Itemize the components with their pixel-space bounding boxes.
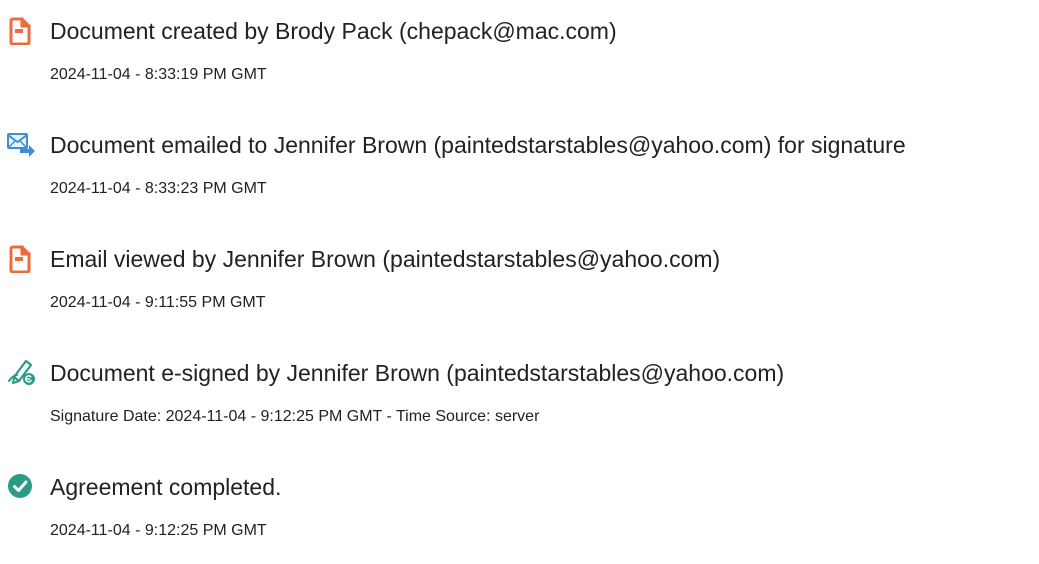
e-sign-pen-icon	[6, 357, 36, 387]
event-document-esigned: Document e-signed by Jennifer Brown (pai…	[0, 357, 1039, 450]
event-timestamp: 2024-11-04 - 8:33:19 PM GMT	[50, 66, 267, 83]
event-title: Document created by Brody Pack (chepack@…	[50, 18, 617, 44]
event-title: Agreement completed.	[50, 474, 282, 500]
event-document-created: Document created by Brody Pack (chepack@…	[0, 15, 1039, 108]
event-title: Document emailed to Jennifer Brown (pain…	[50, 132, 906, 158]
document-icon	[6, 15, 36, 45]
document-icon	[6, 243, 36, 273]
event-title: Email viewed by Jennifer Brown (painteds…	[50, 246, 721, 272]
event-timestamp: 2024-11-04 - 9:11:55 PM GMT	[50, 294, 266, 311]
event-agreement-completed: Agreement completed. 2024-11-04 - 9:12:2…	[0, 474, 1039, 564]
event-timestamp: 2024-11-04 - 9:12:25 PM GMT	[50, 522, 267, 539]
event-email-viewed: Email viewed by Jennifer Brown (painteds…	[0, 243, 1039, 336]
check-circle-icon	[6, 471, 36, 501]
event-title: Document e-signed by Jennifer Brown (pai…	[50, 360, 785, 386]
event-timestamp: 2024-11-04 - 8:33:23 PM GMT	[50, 180, 267, 197]
email-sent-icon	[6, 129, 36, 159]
event-timestamp: Signature Date: 2024-11-04 - 9:12:25 PM …	[50, 408, 540, 425]
event-document-emailed: Document emailed to Jennifer Brown (pain…	[0, 132, 1039, 222]
